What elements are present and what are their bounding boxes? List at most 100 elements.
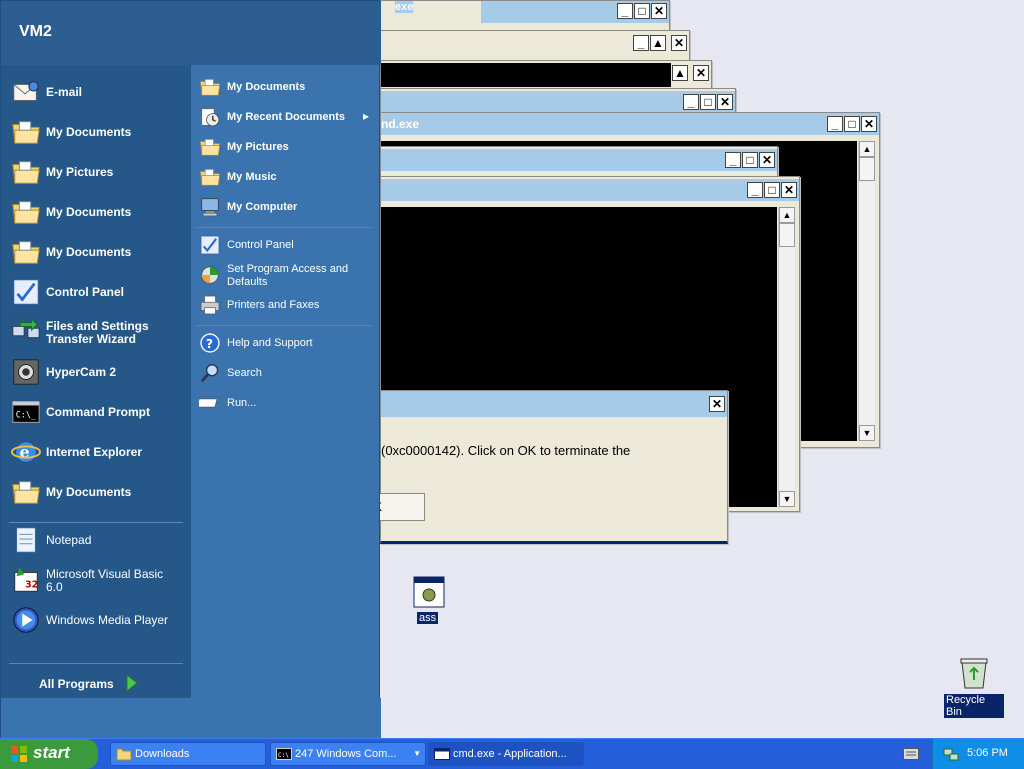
start-menu-right-item[interactable]: My Music	[199, 166, 374, 192]
folder-icon	[116, 748, 132, 761]
window-2[interactable]: _ ▲ ✕	[380, 30, 690, 62]
start-menu-left-item[interactable]: C:\_ Command Prompt	[11, 397, 186, 429]
clock[interactable]: 5:06 PM	[967, 747, 1008, 759]
maximize-button[interactable]: □	[634, 3, 650, 19]
desktop-icon-recycle-bin[interactable]: Recycle Bin	[944, 656, 1004, 718]
start-menu-left-item[interactable]: My Documents	[11, 197, 186, 229]
task-cmd-application[interactable]: cmd.exe - Application...	[428, 742, 584, 766]
window-1-title-fragment: exe	[395, 1, 414, 13]
all-programs-separator	[9, 663, 183, 664]
start-menu-left-item[interactable]: My Documents	[11, 237, 186, 269]
folder-icon	[199, 169, 221, 186]
start-menu-right-item-label: My Documents	[227, 81, 306, 93]
start-menu-right-item-label: My Computer	[227, 201, 298, 213]
close-button[interactable]: ✕	[717, 94, 733, 110]
start-button[interactable]: start	[0, 739, 98, 769]
window-5-scrollbar[interactable]: ▲ ▼	[858, 141, 875, 441]
svg-text:?: ?	[206, 337, 213, 351]
start-menu-right-item[interactable]: My Documents	[199, 76, 374, 102]
start-menu-right-item-label: Help and Support	[227, 337, 313, 349]
start-menu-left-item-label: My Documents	[46, 125, 132, 139]
search-icon	[200, 364, 219, 383]
close-button[interactable]: ✕	[709, 396, 725, 412]
start-menu-left-item[interactable]: 32 Microsoft Visual Basic 6.0	[11, 565, 186, 597]
minimize-button[interactable]: _	[633, 35, 649, 51]
start-menu-left-item[interactable]: My Documents	[11, 117, 186, 149]
start-menu-left-item[interactable]: HyperCam 2	[11, 357, 186, 389]
maximize-button[interactable]: □	[700, 94, 716, 110]
close-button[interactable]: ✕	[693, 65, 709, 81]
close-button[interactable]: ✕	[781, 182, 797, 198]
scroll-up-arrow[interactable]: ▲	[779, 207, 795, 223]
start-menu-left-item[interactable]: My Documents	[11, 477, 186, 509]
start-menu-right-item-label: Search	[227, 367, 262, 379]
close-button[interactable]: ✕	[861, 116, 877, 132]
folder-icon	[12, 241, 40, 264]
minimize-button[interactable]: _	[617, 3, 633, 19]
start-menu-right-item[interactable]: Printers and Faxes	[199, 294, 374, 320]
error-dialog-titlebar[interactable]	[381, 391, 727, 417]
folder-icon	[12, 161, 40, 184]
scroll-thumb[interactable]	[859, 157, 875, 181]
window-6[interactable]: _ □ ✕	[380, 146, 778, 178]
close-button[interactable]: ✕	[759, 152, 775, 168]
task-windows-command-group[interactable]: C:\ 247 Windows Com... ▼	[270, 742, 426, 766]
network-icon[interactable]	[943, 746, 959, 762]
start-menu-left-item[interactable]: Control Panel	[11, 277, 186, 309]
start-menu-left-item[interactable]: Windows Media Player	[11, 605, 186, 637]
desktop-icon-label: Recycle Bin	[944, 694, 1004, 718]
start-menu: VM2 All Programs E-mail My Documents My Pi…	[0, 0, 381, 741]
start-menu-right-item[interactable]: My Pictures	[199, 136, 374, 162]
notepad-icon	[16, 527, 36, 553]
window-3-buttons: ▲ ✕	[672, 65, 709, 81]
recent-documents-icon	[201, 108, 220, 127]
desktop-icon-ass[interactable]: ass	[412, 576, 446, 626]
window-7-scrollbar[interactable]: ▲ ▼	[778, 207, 795, 507]
maximize-button[interactable]: □	[742, 152, 758, 168]
window-7-titlebar[interactable]	[381, 179, 799, 201]
scroll-up-arrow[interactable]: ▲	[859, 141, 875, 157]
keyboard-icon[interactable]	[903, 748, 919, 760]
minimize-button[interactable]: _	[683, 94, 699, 110]
minimize-button[interactable]: _	[827, 116, 843, 132]
scroll-down-arrow[interactable]: ▼	[779, 491, 795, 507]
window-1[interactable]: exe _ □ ✕	[380, 0, 670, 34]
scroll-up-arrow[interactable]: ▲	[650, 35, 666, 51]
start-menu-left-item[interactable]: Notepad	[11, 525, 186, 557]
start-menu-right-item[interactable]: My Recent Documents ▸	[199, 106, 374, 132]
ok-button[interactable]: K	[374, 493, 425, 521]
group-arrow-icon[interactable]: ▼	[413, 743, 421, 765]
desktop-icon-label: ass	[417, 612, 439, 624]
maximize-button[interactable]: □	[844, 116, 860, 132]
scroll-up-arrow[interactable]: ▲	[672, 65, 688, 81]
start-menu-right-item[interactable]: Search	[199, 362, 374, 388]
start-menu-right-item[interactable]: Control Panel	[199, 234, 374, 260]
close-button[interactable]: ✕	[651, 3, 667, 19]
start-menu-left-item-label: Command Prompt	[46, 405, 151, 419]
start-menu-left-item[interactable]: My Pictures	[11, 157, 186, 189]
error-dialog[interactable]: ✕ (0xc0000142). Click on OK to terminate…	[374, 390, 728, 544]
all-programs-button[interactable]: All Programs	[39, 673, 159, 695]
start-menu-left-item[interactable]: e Internet Explorer	[11, 437, 186, 469]
window-4-titlebar[interactable]	[381, 91, 735, 113]
start-menu-left-item[interactable]: E-mail	[11, 77, 186, 109]
maximize-button[interactable]: □	[764, 182, 780, 198]
window-5-titlebar[interactable]: nd.exe	[381, 113, 879, 135]
svg-text:C:\: C:\	[278, 752, 289, 759]
start-menu-right-item[interactable]: Run...	[199, 392, 374, 418]
scroll-down-arrow[interactable]: ▼	[859, 425, 875, 441]
scroll-thumb[interactable]	[779, 223, 795, 247]
start-menu-right-item[interactable]: Set Program Access and Defaults	[199, 263, 374, 290]
window-7-buttons: _ □ ✕	[747, 182, 797, 198]
task-downloads[interactable]: Downloads	[110, 742, 266, 766]
window-6-titlebar[interactable]	[381, 149, 777, 171]
start-menu-right-item[interactable]: My Computer	[199, 196, 374, 222]
minimize-button[interactable]: _	[747, 182, 763, 198]
run-icon	[199, 398, 218, 408]
window-3[interactable]: ▲ ✕	[380, 60, 712, 90]
start-menu-left-item[interactable]: Files and Settings Transfer Wizard	[11, 317, 186, 349]
folder-icon	[199, 79, 221, 96]
close-button[interactable]: ✕	[671, 35, 687, 51]
minimize-button[interactable]: _	[725, 152, 741, 168]
start-menu-right-item[interactable]: ? Help and Support	[199, 332, 374, 358]
